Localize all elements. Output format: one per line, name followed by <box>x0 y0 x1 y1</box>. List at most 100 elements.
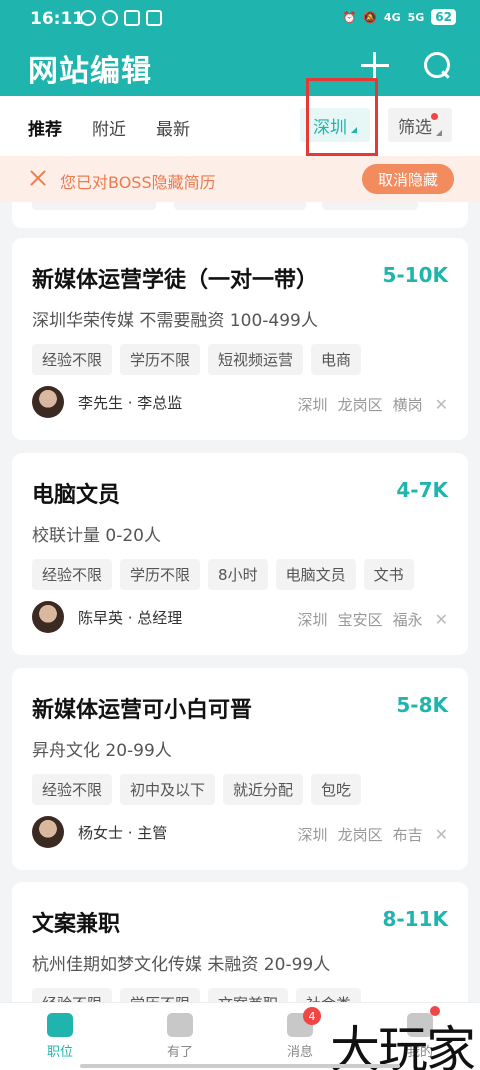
k-app-icon <box>80 10 96 26</box>
network2-label: 5G <box>407 10 425 24</box>
job-tag: 电商 <box>311 344 362 375</box>
recruiter: 李先生 · 李总监 <box>32 386 182 418</box>
nav-jobs[interactable]: 职位 <box>30 1013 90 1060</box>
add-icon[interactable] <box>361 52 389 80</box>
notification-icons <box>80 10 162 26</box>
job-location: 深圳 宝安区 福永 ✕ <box>298 609 448 630</box>
job-tag: 8小时 <box>208 559 268 590</box>
recruiter-name: 杨女士 · 主管 <box>78 823 168 842</box>
dropdown-triangle-icon <box>436 124 442 136</box>
job-location: 深圳 龙岗区 布吉 ✕ <box>298 824 448 845</box>
notice-text: 您已对BOSS隐藏简历 <box>60 173 216 192</box>
location-district: 宝安区 <box>337 611 383 629</box>
unhide-button[interactable]: 取消隐藏 <box>362 164 454 194</box>
job-salary: 4-7K <box>396 478 448 502</box>
status-bar: 16:11 ⏰ 🔕 4G 5G 62 <box>0 0 480 38</box>
taobao-icon <box>124 10 140 26</box>
nav-label: 有了 <box>166 1045 193 1060</box>
filter-label: 筛选 <box>398 117 432 138</box>
job-tags: 经验不限 学历不限 8小时 电脑文员 文书 <box>32 559 414 590</box>
recruiter-name: 陈早英 · 总经理 <box>78 608 183 627</box>
book-icon <box>167 1013 193 1037</box>
recruiter-name: 李先生 · 李总监 <box>78 393 183 412</box>
job-location: 深圳 龙岗区 横岗 ✕ <box>298 394 448 415</box>
avatar <box>32 816 64 848</box>
job-tag: 学历不限 <box>120 344 201 375</box>
job-card[interactable]: 电脑文员 4-7K 校联计量 0-20人 经验不限 学历不限 8小时 电脑文员 … <box>12 453 468 655</box>
job-title: 文案兼职 <box>32 912 121 937</box>
job-card[interactable]: 文案兼职 8-11K 杭州佳期如梦文化传媒 未融资 20-99人 经验不限 学历… <box>12 882 468 1002</box>
close-icon[interactable] <box>28 168 48 188</box>
briefcase-icon <box>47 1013 73 1037</box>
system-icons: ⏰ 🔕 4G 5G 62 <box>343 9 456 25</box>
annotation-highlight-box <box>306 78 378 156</box>
partial-job-card[interactable] <box>12 202 468 228</box>
location-district: 龙岗区 <box>337 826 383 844</box>
job-tag: 就近分配 <box>223 774 304 805</box>
tab-recommend[interactable]: 推荐 <box>28 115 62 140</box>
alarm-icon: ⏰ <box>342 10 357 24</box>
job-company: 杭州佳期如梦文化传媒 未融资 20-99人 <box>32 955 331 975</box>
app-header: 网站编辑 <box>0 38 480 96</box>
home-indicator <box>80 1064 400 1068</box>
search-icon[interactable] <box>424 52 452 80</box>
message-icon: 4 <box>287 1007 321 1037</box>
dismiss-icon[interactable]: ✕ <box>435 395 448 414</box>
job-card[interactable]: 新媒体运营可小白可晋 5-8K 昇舟文化 20-99人 经验不限 初中及以下 就… <box>12 668 468 870</box>
partial-tag <box>174 202 306 210</box>
job-tags: 经验不限 初中及以下 就近分配 包吃 <box>32 774 362 805</box>
location-city: 深圳 <box>297 826 328 844</box>
job-salary: 5-8K <box>396 693 448 717</box>
job-card[interactable]: 新媒体运营学徒（一对一带） 5-10K 深圳华荣传媒 不需要融资 100-499… <box>12 238 468 440</box>
job-tag: 经验不限 <box>32 988 113 1002</box>
job-tag: 初中及以下 <box>120 774 216 805</box>
job-tags: 经验不限 学历不限 文案兼职 社会类 <box>32 988 362 1002</box>
avatar <box>32 386 64 418</box>
dismiss-icon[interactable]: ✕ <box>435 825 448 844</box>
location-area: 横岗 <box>392 396 423 414</box>
location-city: 深圳 <box>297 611 328 629</box>
message-badge: 4 <box>303 1007 321 1025</box>
job-tag: 经验不限 <box>32 344 113 375</box>
nav-label: 职位 <box>46 1045 73 1060</box>
status-time: 16:11 <box>30 9 85 29</box>
partial-tag <box>322 202 418 210</box>
job-company: 昇舟文化 20-99人 <box>32 741 172 761</box>
job-tag: 电脑文员 <box>275 559 356 590</box>
filter-bar: 推荐 附近 最新 深圳 筛选 <box>0 96 480 156</box>
job-title: 新媒体运营学徒（一对一带） <box>32 268 319 293</box>
job-title: 电脑文员 <box>32 483 121 508</box>
job-tag: 短视频运营 <box>208 344 304 375</box>
job-tag: 文书 <box>363 559 414 590</box>
watermark-logo: 大玩家 <box>330 1021 476 1070</box>
job-tag: 学历不限 <box>120 988 201 1002</box>
job-salary: 8-11K <box>382 907 448 931</box>
battery-icon: 62 <box>431 9 456 25</box>
tab-latest[interactable]: 最新 <box>156 115 190 140</box>
location-area: 福永 <box>392 611 423 629</box>
avatar <box>32 601 64 633</box>
job-tag: 经验不限 <box>32 559 113 590</box>
partial-tag <box>32 202 156 210</box>
filter-button[interactable]: 筛选 <box>388 108 452 142</box>
job-title: 新媒体运营可小白可晋 <box>32 698 253 723</box>
job-tag: 文案兼职 <box>208 988 289 1002</box>
nav-discover[interactable]: 有了 <box>150 1013 210 1060</box>
send-icon <box>146 10 162 26</box>
mute-icon: 🔕 <box>363 10 377 24</box>
page-title: 网站编辑 <box>28 54 152 89</box>
job-tag: 包吃 <box>311 774 362 805</box>
recruiter: 杨女士 · 主管 <box>32 816 167 848</box>
job-tag: 学历不限 <box>120 559 201 590</box>
dismiss-icon[interactable]: ✕ <box>435 610 448 629</box>
nav-messages[interactable]: 4 消息 <box>270 1007 330 1060</box>
location-city: 深圳 <box>297 396 328 414</box>
nav-label: 消息 <box>286 1045 313 1060</box>
watermark-dot <box>430 1006 440 1016</box>
job-company: 校联计量 0-20人 <box>32 526 161 546</box>
location-district: 龙岗区 <box>337 396 383 414</box>
hidden-resume-notice: 您已对BOSS隐藏简历 取消隐藏 <box>0 156 480 202</box>
network1-label: 4G <box>383 10 401 24</box>
job-company: 深圳华荣传媒 不需要融资 100-499人 <box>32 311 318 331</box>
tab-nearby[interactable]: 附近 <box>92 115 126 140</box>
